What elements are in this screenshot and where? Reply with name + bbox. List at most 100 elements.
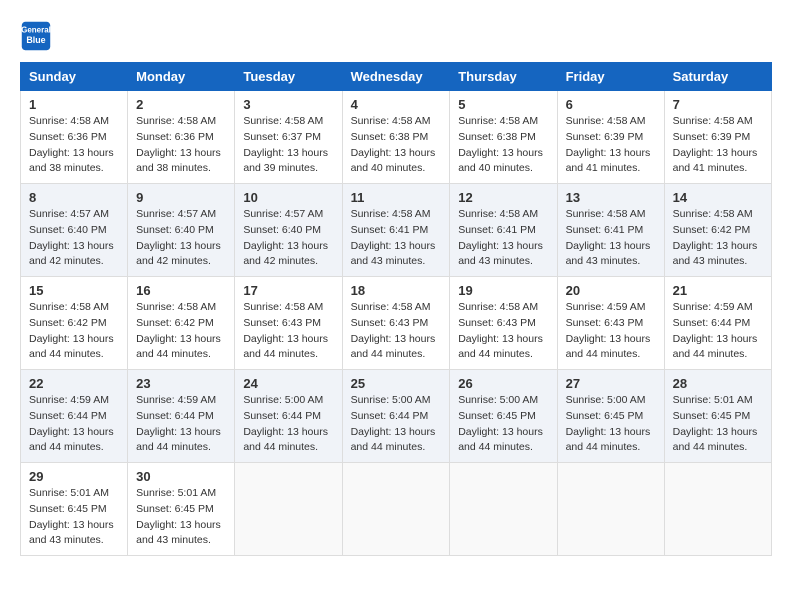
svg-text:General: General [21,25,51,34]
calendar-day-cell [450,463,557,556]
day-info: Sunrise: 4:58 AMSunset: 6:41 PMDaylight:… [566,208,651,267]
day-number: 18 [351,283,442,298]
calendar-day-cell: 21 Sunrise: 4:59 AMSunset: 6:44 PMDaylig… [664,277,771,370]
weekday-header: Friday [557,63,664,91]
day-info: Sunrise: 4:58 AMSunset: 6:43 PMDaylight:… [243,301,328,360]
calendar-day-cell: 9 Sunrise: 4:57 AMSunset: 6:40 PMDayligh… [128,184,235,277]
day-info: Sunrise: 4:57 AMSunset: 6:40 PMDaylight:… [243,208,328,267]
weekday-header: Tuesday [235,63,342,91]
calendar-week-row: 15 Sunrise: 4:58 AMSunset: 6:42 PMDaylig… [21,277,772,370]
day-info: Sunrise: 4:57 AMSunset: 6:40 PMDaylight:… [29,208,114,267]
day-number: 21 [673,283,763,298]
weekday-header: Thursday [450,63,557,91]
weekday-header: Wednesday [342,63,450,91]
day-info: Sunrise: 4:58 AMSunset: 6:42 PMDaylight:… [673,208,758,267]
day-number: 17 [243,283,333,298]
day-info: Sunrise: 4:58 AMSunset: 6:41 PMDaylight:… [458,208,543,267]
day-number: 1 [29,97,119,112]
day-number: 19 [458,283,548,298]
calendar-day-cell: 24 Sunrise: 5:00 AMSunset: 6:44 PMDaylig… [235,370,342,463]
day-number: 29 [29,469,119,484]
day-info: Sunrise: 4:58 AMSunset: 6:38 PMDaylight:… [458,115,543,174]
day-info: Sunrise: 4:58 AMSunset: 6:42 PMDaylight:… [136,301,221,360]
calendar-day-cell: 1 Sunrise: 4:58 AMSunset: 6:36 PMDayligh… [21,91,128,184]
calendar-week-row: 22 Sunrise: 4:59 AMSunset: 6:44 PMDaylig… [21,370,772,463]
day-info: Sunrise: 5:01 AMSunset: 6:45 PMDaylight:… [673,394,758,453]
weekday-header: Monday [128,63,235,91]
day-info: Sunrise: 4:59 AMSunset: 6:44 PMDaylight:… [29,394,114,453]
calendar-day-cell: 30 Sunrise: 5:01 AMSunset: 6:45 PMDaylig… [128,463,235,556]
day-info: Sunrise: 4:58 AMSunset: 6:37 PMDaylight:… [243,115,328,174]
calendar-day-cell: 18 Sunrise: 4:58 AMSunset: 6:43 PMDaylig… [342,277,450,370]
calendar-day-cell: 26 Sunrise: 5:00 AMSunset: 6:45 PMDaylig… [450,370,557,463]
calendar-day-cell: 2 Sunrise: 4:58 AMSunset: 6:36 PMDayligh… [128,91,235,184]
day-info: Sunrise: 5:00 AMSunset: 6:45 PMDaylight:… [458,394,543,453]
day-number: 25 [351,376,442,391]
day-number: 11 [351,190,442,205]
day-number: 7 [673,97,763,112]
calendar-day-cell [664,463,771,556]
day-info: Sunrise: 4:59 AMSunset: 6:44 PMDaylight:… [673,301,758,360]
day-info: Sunrise: 4:58 AMSunset: 6:36 PMDaylight:… [29,115,114,174]
day-info: Sunrise: 4:59 AMSunset: 6:44 PMDaylight:… [136,394,221,453]
calendar-week-row: 29 Sunrise: 5:01 AMSunset: 6:45 PMDaylig… [21,463,772,556]
day-number: 12 [458,190,548,205]
calendar-day-cell: 14 Sunrise: 4:58 AMSunset: 6:42 PMDaylig… [664,184,771,277]
day-number: 13 [566,190,656,205]
calendar-day-cell: 11 Sunrise: 4:58 AMSunset: 6:41 PMDaylig… [342,184,450,277]
calendar-day-cell: 8 Sunrise: 4:57 AMSunset: 6:40 PMDayligh… [21,184,128,277]
day-number: 24 [243,376,333,391]
calendar-day-cell: 22 Sunrise: 4:59 AMSunset: 6:44 PMDaylig… [21,370,128,463]
logo-icon: General Blue [20,20,52,52]
calendar-day-cell [235,463,342,556]
day-info: Sunrise: 4:58 AMSunset: 6:41 PMDaylight:… [351,208,436,267]
calendar-day-cell: 4 Sunrise: 4:58 AMSunset: 6:38 PMDayligh… [342,91,450,184]
day-number: 26 [458,376,548,391]
day-number: 22 [29,376,119,391]
day-info: Sunrise: 4:58 AMSunset: 6:43 PMDaylight:… [351,301,436,360]
day-info: Sunrise: 5:01 AMSunset: 6:45 PMDaylight:… [136,487,221,546]
day-number: 2 [136,97,226,112]
calendar-day-cell: 12 Sunrise: 4:58 AMSunset: 6:41 PMDaylig… [450,184,557,277]
logo: General Blue [20,20,56,52]
weekday-header: Sunday [21,63,128,91]
calendar-header-row: SundayMondayTuesdayWednesdayThursdayFrid… [21,63,772,91]
day-info: Sunrise: 4:58 AMSunset: 6:36 PMDaylight:… [136,115,221,174]
calendar-day-cell: 27 Sunrise: 5:00 AMSunset: 6:45 PMDaylig… [557,370,664,463]
day-info: Sunrise: 4:58 AMSunset: 6:42 PMDaylight:… [29,301,114,360]
calendar-day-cell: 19 Sunrise: 4:58 AMSunset: 6:43 PMDaylig… [450,277,557,370]
calendar-day-cell: 7 Sunrise: 4:58 AMSunset: 6:39 PMDayligh… [664,91,771,184]
calendar-day-cell: 23 Sunrise: 4:59 AMSunset: 6:44 PMDaylig… [128,370,235,463]
calendar-week-row: 8 Sunrise: 4:57 AMSunset: 6:40 PMDayligh… [21,184,772,277]
day-info: Sunrise: 4:58 AMSunset: 6:38 PMDaylight:… [351,115,436,174]
day-info: Sunrise: 4:59 AMSunset: 6:43 PMDaylight:… [566,301,651,360]
calendar-day-cell: 16 Sunrise: 4:58 AMSunset: 6:42 PMDaylig… [128,277,235,370]
day-info: Sunrise: 4:58 AMSunset: 6:39 PMDaylight:… [673,115,758,174]
day-number: 4 [351,97,442,112]
day-number: 15 [29,283,119,298]
day-number: 14 [673,190,763,205]
calendar-day-cell: 3 Sunrise: 4:58 AMSunset: 6:37 PMDayligh… [235,91,342,184]
weekday-header: Saturday [664,63,771,91]
day-info: Sunrise: 5:00 AMSunset: 6:45 PMDaylight:… [566,394,651,453]
day-number: 23 [136,376,226,391]
svg-text:Blue: Blue [26,35,45,45]
day-number: 20 [566,283,656,298]
calendar-day-cell: 17 Sunrise: 4:58 AMSunset: 6:43 PMDaylig… [235,277,342,370]
calendar-day-cell: 6 Sunrise: 4:58 AMSunset: 6:39 PMDayligh… [557,91,664,184]
day-number: 16 [136,283,226,298]
calendar-day-cell: 25 Sunrise: 5:00 AMSunset: 6:44 PMDaylig… [342,370,450,463]
day-number: 8 [29,190,119,205]
page-header: General Blue [20,20,772,52]
day-number: 3 [243,97,333,112]
day-number: 5 [458,97,548,112]
day-info: Sunrise: 5:00 AMSunset: 6:44 PMDaylight:… [243,394,328,453]
day-number: 30 [136,469,226,484]
day-info: Sunrise: 5:00 AMSunset: 6:44 PMDaylight:… [351,394,436,453]
calendar-table: SundayMondayTuesdayWednesdayThursdayFrid… [20,62,772,556]
calendar-week-row: 1 Sunrise: 4:58 AMSunset: 6:36 PMDayligh… [21,91,772,184]
day-number: 10 [243,190,333,205]
day-number: 9 [136,190,226,205]
day-info: Sunrise: 4:58 AMSunset: 6:39 PMDaylight:… [566,115,651,174]
calendar-day-cell: 5 Sunrise: 4:58 AMSunset: 6:38 PMDayligh… [450,91,557,184]
